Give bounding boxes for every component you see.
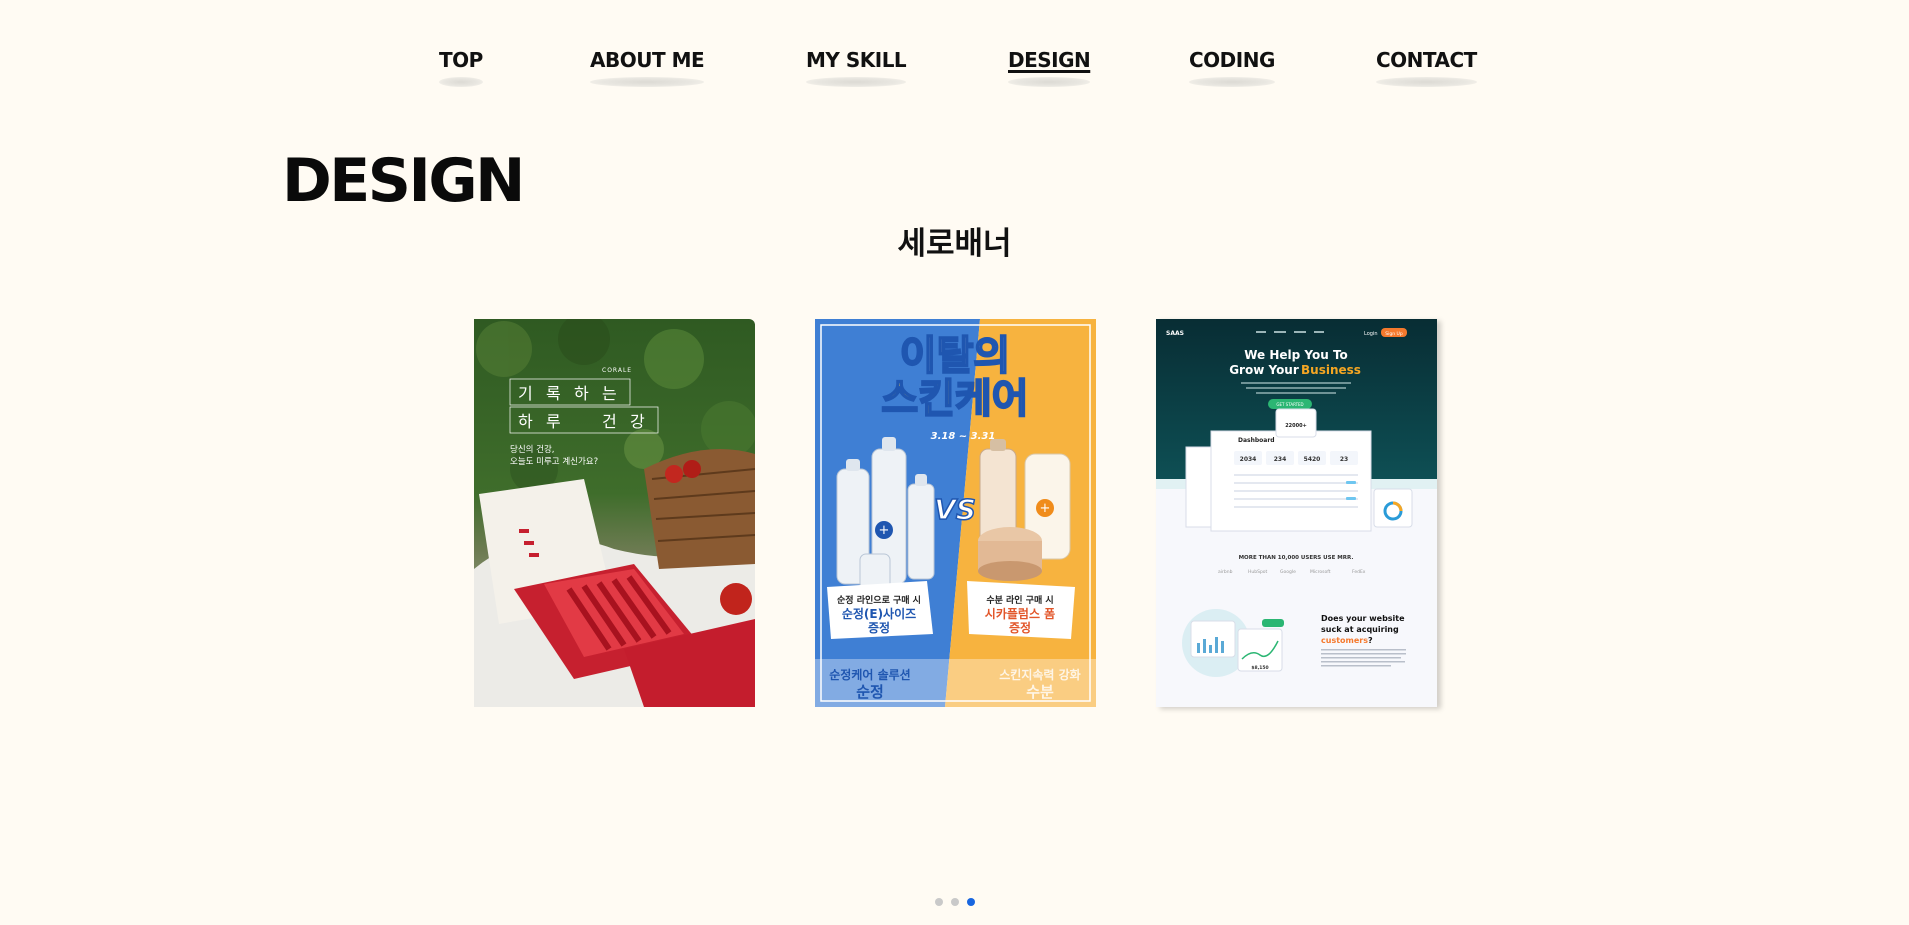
right-offer-line-3: 증정: [1009, 620, 1031, 635]
skincare-title-line-2: 스킨케어: [881, 376, 1028, 422]
skincare-dates: 3.18 ~ 3.31: [931, 431, 996, 442]
pagination-dot-1[interactable]: [935, 898, 943, 906]
saas-brand-3: Google: [1280, 569, 1296, 575]
nav-item-shadow: [590, 77, 705, 87]
saas-signup: Sign Up: [1385, 331, 1403, 337]
headline-char: 하: [574, 384, 589, 403]
plus-icon: +: [1040, 501, 1051, 516]
nav-item-label: CONTACT: [1376, 48, 1477, 72]
nav-item-about-me[interactable]: ABOUT ME: [590, 48, 705, 87]
headline-char: 록: [546, 384, 561, 403]
headline-char: 루: [546, 412, 561, 431]
saas-login: Login: [1364, 331, 1378, 337]
nav-item-top[interactable]: TOP: [439, 48, 483, 87]
plus-icon: +: [879, 523, 890, 538]
bottom-left-line-2: 순정: [856, 683, 884, 701]
nav-item-shadow: [1376, 77, 1477, 87]
left-offer-line-2: 순정(E)사이즈: [842, 606, 916, 621]
design-card-saas-landing[interactable]: SAAS Login Sign Up We Help You To Grow Y…: [1156, 319, 1437, 707]
saas-stat-2: 234: [1274, 456, 1287, 463]
nav-item-label: MY SKILL: [806, 48, 907, 72]
svg-text:customers?: customers?: [1321, 636, 1373, 645]
saas-stat-4: 23: [1340, 456, 1348, 463]
headline-char: 기: [518, 384, 533, 403]
saas-hero-line-2-prefix: Grow Your: [1229, 363, 1299, 377]
nav-item-label: ABOUT ME: [590, 48, 705, 72]
nav-item-contact[interactable]: CONTACT: [1376, 48, 1477, 87]
nav-item-design[interactable]: DESIGN: [1008, 48, 1091, 87]
nav-item-label: DESIGN: [1008, 48, 1091, 72]
section-subtitle: 세로배너: [897, 226, 1012, 262]
skincare-title-line-1: 이탈의: [900, 333, 1010, 379]
nav-item-coding[interactable]: CODING: [1189, 48, 1275, 87]
bottom-right-line-1: 스킨지속력 강화: [999, 667, 1080, 682]
saas-brand-1: airbnb: [1218, 569, 1233, 575]
saas-logo: SAAS: [1166, 330, 1184, 337]
nav-item-shadow: [1189, 77, 1275, 87]
nav-item-my-skill[interactable]: MY SKILL: [806, 48, 907, 87]
main-nav: TOP ABOUT ME MY SKILL DESIGN CODING CONT…: [0, 48, 1909, 88]
headline-char: 건: [602, 412, 617, 431]
nav-item-shadow: [806, 77, 907, 87]
nav-item-label: CODING: [1189, 48, 1275, 72]
skincare-banner-image: 이탈의 스킨케어 3.18 ~ 3.31 + VS + 순정 라인으로 구매 시…: [815, 319, 1096, 707]
saas-question-line-2: suck at acquiring: [1321, 625, 1399, 634]
carousel-pagination: [935, 898, 975, 906]
pagination-dot-3[interactable]: [967, 898, 975, 906]
headline-char: 하: [518, 412, 533, 431]
health-banner-image: CORALE 기 록 하 는 하 루 건 강 당신의 건강, 오늘도 미루고 계…: [474, 319, 755, 707]
headline-char: 는: [602, 384, 617, 403]
saas-stat-3: 5420: [1304, 456, 1321, 463]
saas-brand-4: Microsoft: [1310, 569, 1331, 575]
tagline-line-2: 오늘도 미루고 계신가요?: [510, 456, 598, 467]
tagline-line-1: 당신의 건강,: [510, 444, 555, 455]
left-offer-line-3: 증정: [868, 620, 890, 635]
saas-brand-2: HubSpot: [1248, 569, 1268, 575]
left-offer-line-1: 순정 라인으로 구매 시: [837, 594, 921, 606]
brand-text: CORALE: [602, 367, 632, 374]
headline-char: 강: [630, 412, 645, 431]
saas-landing-image: SAAS Login Sign Up We Help You To Grow Y…: [1156, 319, 1437, 707]
bottom-left-line-1: 순정케어 솔루션: [829, 667, 910, 682]
page-title: DESIGN: [282, 146, 525, 216]
right-offer-line-2: 시카플럼스 폼: [985, 606, 1055, 621]
saas-mini-value: $8,150: [1251, 665, 1268, 671]
nav-item-shadow: [439, 77, 483, 87]
pagination-dot-2[interactable]: [951, 898, 959, 906]
saas-cta: GET STARTED: [1276, 402, 1303, 407]
saas-question-highlight: customers: [1321, 636, 1368, 645]
right-offer-line-1: 수분 라인 구매 시: [986, 594, 1053, 606]
saas-hero-line-2-highlight: Business: [1301, 363, 1361, 377]
saas-question-suffix: ?: [1368, 636, 1373, 645]
nav-item-shadow: [1008, 77, 1091, 87]
saas-stat-1: 2034: [1240, 456, 1257, 463]
design-card-health-banner[interactable]: CORALE 기 록 하 는 하 루 건 강 당신의 건강, 오늘도 미루고 계…: [474, 319, 755, 707]
saas-dashboard-title: Dashboard: [1238, 437, 1275, 444]
design-card-skincare-banner[interactable]: 이탈의 스킨케어 3.18 ~ 3.31 + VS + 순정 라인으로 구매 시…: [815, 319, 1096, 707]
vs-text: VS: [934, 493, 976, 526]
bottom-right-line-2: 수분: [1026, 683, 1054, 701]
saas-brand-5: FedEx: [1352, 569, 1366, 575]
nav-item-label: TOP: [439, 48, 483, 72]
saas-float-value: 22000+: [1285, 423, 1307, 429]
saas-question-line-1: Does your website: [1321, 614, 1405, 623]
saas-hero-line-1: We Help You To: [1244, 348, 1348, 362]
saas-users-line: MORE THAN 10,000 USERS USE MRR.: [1239, 555, 1354, 561]
